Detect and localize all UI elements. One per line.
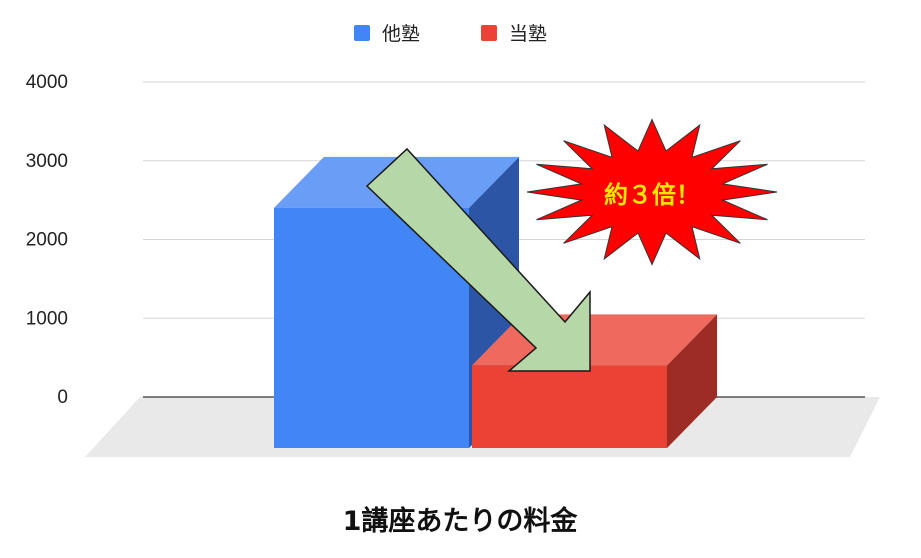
y-tick-label: 3000	[26, 151, 68, 172]
legend-swatch-series-0	[354, 25, 370, 41]
y-tick-label: 2000	[26, 230, 68, 251]
legend-swatch-series-1	[481, 25, 497, 41]
legend-label-series-0: 他塾	[382, 23, 420, 45]
chart-stage: 0 1000 2000 3000 4000 他塾 当塾 約３倍！ 1講座あたりの料金	[0, 0, 921, 558]
callout-text: 約３倍！	[604, 181, 700, 209]
y-tick-label: 4000	[26, 72, 68, 93]
legend: 他塾 当塾	[354, 23, 547, 45]
bar-chart: 0 1000 2000 3000 4000 他塾 当塾 約３倍！ 1講座あたりの料金	[26, 23, 880, 537]
y-tick-label: 1000	[26, 308, 68, 329]
chart-title: 1講座あたりの料金	[343, 505, 579, 537]
legend-label-series-1: 当塾	[509, 23, 547, 45]
bar-series-1	[472, 365, 667, 448]
y-tick-label: 0	[57, 387, 68, 408]
